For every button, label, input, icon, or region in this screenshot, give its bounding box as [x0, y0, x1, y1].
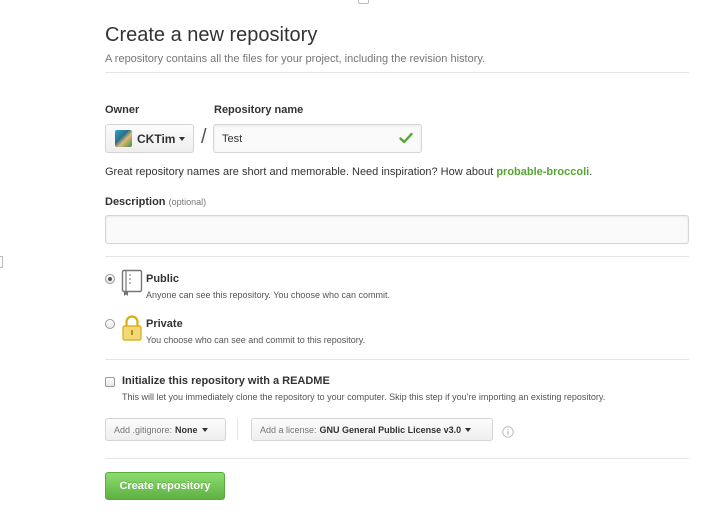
license-value: GNU General Public License v3.0: [319, 424, 462, 435]
divider: [105, 359, 689, 360]
name-suggestion-hint: Great repository names are short and mem…: [105, 166, 592, 178]
create-repository-button[interactable]: Create repository: [105, 472, 225, 500]
caret-down-icon: [465, 427, 472, 432]
caret-down-icon: [201, 427, 208, 432]
window-edge-marker-left: [0, 256, 3, 268]
avatar: [115, 130, 132, 147]
divider: [105, 256, 689, 257]
owner-value: CKTim: [137, 131, 176, 146]
initialize-readme-desc: This will let you immediately clone the …: [122, 392, 606, 402]
public-radio[interactable]: [105, 274, 115, 284]
initialize-readme-checkbox[interactable]: [105, 377, 115, 387]
divider: [105, 458, 689, 459]
owner-repo-separator: /: [201, 126, 207, 148]
private-option-title: Private: [146, 318, 183, 330]
description-input[interactable]: [105, 215, 689, 244]
suggested-name-link[interactable]: probable-broccoli: [496, 166, 589, 178]
page-title: Create a new repository: [105, 24, 318, 46]
lock-icon: [122, 315, 142, 341]
info-icon[interactable]: [502, 426, 514, 438]
description-label: Description (optional): [105, 196, 206, 208]
divider: [105, 72, 689, 73]
page-subtitle: A repository contains all the files for …: [105, 53, 486, 65]
hint-text: Great repository names are short and mem…: [105, 166, 497, 178]
public-option-desc: Anyone can see this repository. You choo…: [146, 290, 390, 300]
description-label-text: Description: [105, 196, 166, 208]
repository-name-input[interactable]: [213, 124, 422, 153]
caret-down-icon: [179, 136, 186, 141]
window-edge-marker: [358, 0, 369, 4]
owner-label: Owner: [105, 104, 140, 116]
book-icon: [121, 269, 143, 296]
gitignore-dropdown[interactable]: Add .gitignore: None: [105, 418, 226, 441]
public-option-title: Public: [146, 273, 180, 285]
license-dropdown[interactable]: Add a license: GNU General Public Licens…: [251, 418, 493, 441]
gitignore-prefix: Add .gitignore:: [114, 424, 173, 435]
private-radio[interactable]: [105, 319, 115, 329]
hint-end: .: [589, 166, 593, 178]
repository-name-label: Repository name: [214, 104, 304, 116]
optional-tag: (optional): [168, 197, 207, 207]
check-icon: [399, 132, 413, 144]
private-option-desc: You choose who can see and commit to thi…: [146, 335, 366, 345]
initialize-readme-label[interactable]: Initialize this repository with a README: [122, 375, 330, 387]
vertical-divider: [237, 418, 238, 440]
gitignore-value: None: [175, 424, 198, 435]
license-prefix: Add a license:: [260, 424, 317, 435]
owner-dropdown[interactable]: CKTim: [105, 124, 194, 153]
